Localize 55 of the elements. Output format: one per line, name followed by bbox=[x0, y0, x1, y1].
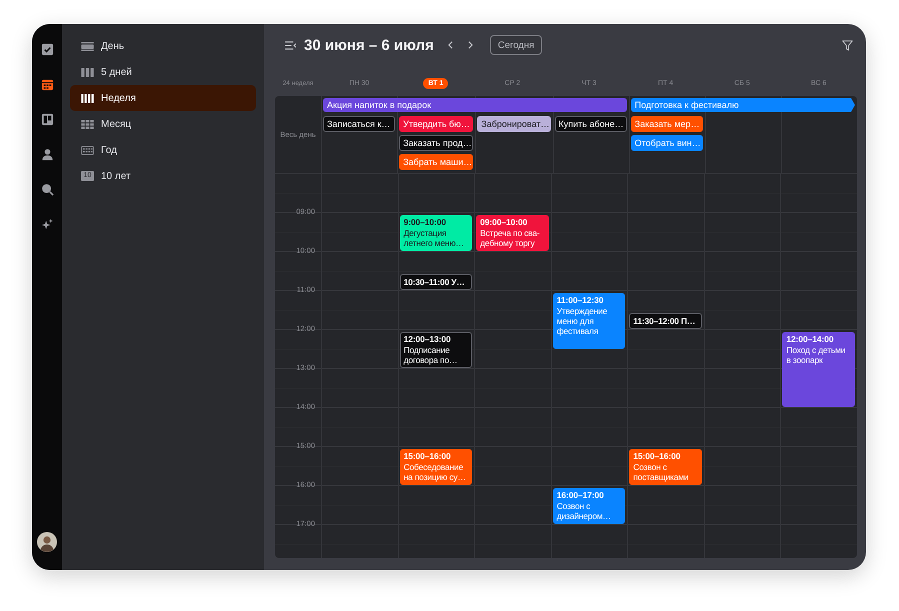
event[interactable]: 11:00–12:30 Утверждение меню для фестиваля bbox=[552, 293, 626, 348]
view-item[interactable]: Год bbox=[70, 137, 256, 163]
menu-icon[interactable] bbox=[285, 40, 296, 50]
event[interactable]: 9:00–10:00 Дегустация летнего меню… bbox=[400, 215, 472, 251]
event-time: 09:00–10:00 bbox=[480, 217, 528, 228]
event[interactable]: 10:30–11:00 У… bbox=[400, 274, 472, 290]
board-icon[interactable] bbox=[40, 113, 54, 126]
checkbox-icon[interactable] bbox=[40, 43, 54, 56]
event-title: Встреча по сва- дебному торгу bbox=[480, 228, 541, 248]
all-day-event[interactable]: Записаться к… bbox=[323, 116, 396, 132]
event[interactable]: 09:00–10:00 Встреча по сва- дебному торгу bbox=[476, 215, 549, 251]
view-item[interactable]: День bbox=[70, 33, 256, 59]
all-day-event[interactable]: Утвердить бю… bbox=[399, 116, 474, 132]
event-time: 15:00–16:00 bbox=[404, 451, 452, 462]
event-title: Созвон с дизайнером… bbox=[556, 500, 612, 520]
view-item[interactable]: Неделя bbox=[70, 85, 256, 111]
grid-icon bbox=[81, 146, 94, 154]
event[interactable]: 12:00–14:00 Поход с детьми в зоопарк bbox=[782, 332, 855, 407]
multi-day-event[interactable]: Подготовка к фестивалю bbox=[630, 98, 855, 112]
person-icon[interactable] bbox=[40, 148, 54, 161]
view-item[interactable]: Месяц bbox=[70, 111, 256, 137]
event-title: Утверждение меню для фестиваля bbox=[556, 306, 608, 336]
filter-icon[interactable] bbox=[842, 40, 853, 50]
all-day-event[interactable]: Купить абоне… bbox=[554, 116, 627, 132]
view-item[interactable]: 5 дней bbox=[70, 59, 256, 85]
event-time: 9:00–10:00 bbox=[404, 217, 448, 228]
event-time: 16:00–17:00 bbox=[556, 490, 605, 500]
day-view-icon bbox=[81, 42, 94, 50]
event-title: Дегустация летнего меню… bbox=[404, 228, 465, 248]
all-day-event[interactable]: Отобрать вин… bbox=[630, 135, 703, 151]
sparkle-icon[interactable] bbox=[40, 218, 54, 231]
event-title: Подписание договора по… bbox=[404, 344, 458, 364]
next-icon[interactable] bbox=[468, 41, 473, 49]
previous-icon[interactable] bbox=[448, 41, 453, 49]
all-day-event[interactable]: Забронироват… bbox=[477, 116, 551, 132]
today-button[interactable]: Сегодня bbox=[490, 35, 542, 55]
event-time: 12:00–14:00 bbox=[786, 334, 835, 344]
event-time: 15:00–16:00 bbox=[633, 451, 682, 462]
event-time: 12:00–13:00 bbox=[404, 334, 452, 344]
event-time: 11:00–12:30 bbox=[556, 295, 604, 306]
search-icon[interactable] bbox=[40, 183, 54, 196]
event-title: Созвон с поставщиками bbox=[633, 462, 690, 482]
event[interactable]: 12:00–13:00 Подписание договора по… bbox=[400, 332, 472, 368]
multi-day-event[interactable]: Акция напиток в подарок bbox=[323, 98, 627, 112]
date-range-title: 30 июня – 6 июля bbox=[304, 36, 434, 54]
columns-icon bbox=[81, 68, 94, 76]
event[interactable]: 16:00–17:00 Созвон с дизайнером… bbox=[552, 488, 626, 524]
avatar[interactable] bbox=[37, 532, 57, 552]
event[interactable]: 11:30–12:00 П… bbox=[629, 312, 702, 329]
columns-icon bbox=[81, 94, 94, 102]
all-day-event[interactable]: Заказать прод… bbox=[399, 135, 474, 151]
event-title: Поход с детьми в зоопарк bbox=[786, 344, 846, 364]
grid-icon bbox=[81, 120, 94, 128]
calendar-icon[interactable] bbox=[40, 78, 54, 91]
event-title: Собеседование на позицию су… bbox=[404, 462, 467, 482]
